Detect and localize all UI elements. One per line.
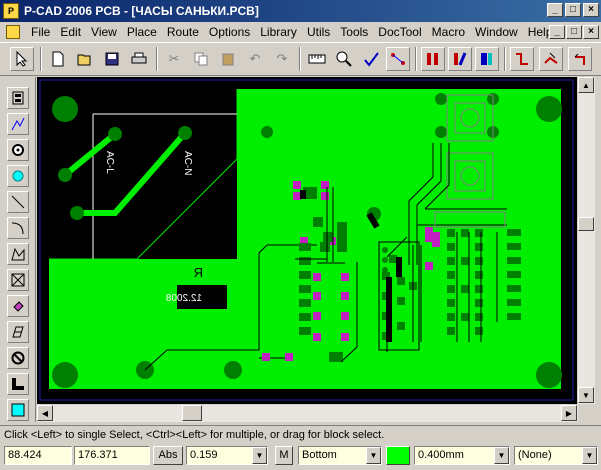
- grid-select[interactable]: 0.159 ▼: [186, 446, 268, 465]
- copper-pour-icon[interactable]: [7, 269, 29, 291]
- polygon-icon[interactable]: [7, 243, 29, 265]
- layer-mixed-icon[interactable]: [448, 47, 472, 71]
- mounting-hole: [536, 362, 562, 388]
- width-select[interactable]: 0.400mm ▼: [414, 446, 510, 465]
- vertical-scroll-thumb[interactable]: [578, 217, 594, 231]
- mounting-hole: [536, 96, 562, 122]
- arc-icon[interactable]: [7, 217, 29, 239]
- ruler-icon[interactable]: [305, 47, 329, 71]
- pcb-canvas[interactable]: AC-L AC-N R 12.2008: [37, 77, 577, 404]
- menu-tools[interactable]: Tools: [335, 25, 373, 39]
- cutout-icon[interactable]: [7, 321, 29, 343]
- vertical-scrollbar[interactable]: ▲ ▼: [578, 77, 595, 404]
- main-toolbar: ✂ ↶ ↷: [0, 42, 601, 76]
- menu-doctool[interactable]: DocTool: [373, 25, 426, 39]
- app-icon[interactable]: P: [3, 3, 19, 19]
- scroll-right-button[interactable]: ▶: [561, 405, 577, 421]
- placement-palette: [0, 77, 36, 422]
- horizontal-scroll-thumb[interactable]: [182, 405, 202, 421]
- redo-icon[interactable]: ↷: [270, 47, 294, 71]
- chevron-down-icon[interactable]: ▼: [582, 447, 597, 464]
- copy-icon[interactable]: [189, 47, 213, 71]
- close-button[interactable]: ×: [583, 3, 599, 17]
- pcb-board-drawing: AC-L AC-N R 12.2008: [39, 79, 574, 401]
- doc-close-button[interactable]: ×: [583, 25, 599, 39]
- open-folder-icon[interactable]: [73, 47, 97, 71]
- line-icon[interactable]: [7, 191, 29, 213]
- menu-options[interactable]: Options: [204, 25, 255, 39]
- scroll-up-button[interactable]: ▲: [578, 77, 594, 93]
- mounting-hole: [52, 362, 78, 388]
- doc-maximize-button[interactable]: □: [566, 25, 582, 39]
- point-icon[interactable]: [7, 165, 29, 187]
- layer-blue-icon[interactable]: [475, 47, 499, 71]
- menu-route[interactable]: Route: [162, 25, 204, 39]
- status-hint: Click <Left> to single Select, <Ctrl><Le…: [0, 425, 601, 443]
- x-coordinate[interactable]: 88.424: [4, 446, 72, 465]
- zoom-icon[interactable]: [332, 47, 356, 71]
- layer-red-icon[interactable]: [421, 47, 445, 71]
- net-select[interactable]: (None) ▼: [514, 446, 598, 465]
- scroll-down-button[interactable]: ▼: [578, 387, 594, 403]
- via-icon[interactable]: [7, 139, 29, 161]
- bottom-bar: 88.424 176.371 Abs 0.159 ▼ M Bottom ▼ 0.…: [0, 444, 601, 468]
- y-coordinate[interactable]: 176.371: [74, 446, 150, 465]
- menu-window[interactable]: Window: [470, 25, 523, 39]
- title-bar: P P-CAD 2006 PCB - [ЧАСЫ САНЬКИ.PCB] _ □…: [0, 0, 601, 22]
- width-value: 0.400mm: [418, 449, 464, 461]
- label-acn: AC-N: [182, 151, 193, 175]
- label-date: 12.2008: [165, 293, 202, 304]
- chevron-down-icon[interactable]: ▼: [252, 447, 267, 464]
- label-r: R: [194, 265, 203, 280]
- menu-utils[interactable]: Utils: [302, 25, 335, 39]
- line-route-icon[interactable]: [7, 113, 29, 135]
- save-icon[interactable]: [100, 47, 124, 71]
- layer-select[interactable]: Bottom ▼: [298, 446, 382, 465]
- doc-minimize-button[interactable]: _: [549, 25, 565, 39]
- layer-value: Bottom: [302, 449, 337, 461]
- menu-place[interactable]: Place: [122, 25, 162, 39]
- text-icon[interactable]: [7, 373, 29, 395]
- cut-icon[interactable]: ✂: [162, 47, 186, 71]
- select-arrow-icon[interactable]: [10, 47, 34, 71]
- menu-edit[interactable]: Edit: [55, 25, 86, 39]
- drc-icon[interactable]: [359, 47, 383, 71]
- document-icon[interactable]: [6, 25, 20, 39]
- label-acl: AC-L: [104, 151, 115, 174]
- chevron-down-icon[interactable]: ▼: [494, 447, 509, 464]
- menu-view[interactable]: View: [86, 25, 122, 39]
- chevron-down-icon[interactable]: ▼: [366, 447, 381, 464]
- trace-icon[interactable]: [510, 47, 534, 71]
- menu-macro[interactable]: Macro: [427, 25, 470, 39]
- grid-value: 0.159: [190, 449, 218, 461]
- undo-icon[interactable]: ↶: [243, 47, 267, 71]
- pour-fill-icon[interactable]: [7, 295, 29, 317]
- keepout-icon[interactable]: [7, 347, 29, 369]
- minimize-button[interactable]: _: [547, 3, 563, 17]
- menu-file[interactable]: File: [26, 25, 55, 39]
- m-button[interactable]: M: [275, 446, 293, 465]
- net-value: (None): [518, 449, 552, 461]
- undo-route-icon[interactable]: [568, 47, 592, 71]
- mounting-hole: [52, 96, 78, 122]
- window-title: P-CAD 2006 PCB - [ЧАСЫ САНЬКИ.PCB]: [24, 4, 259, 18]
- new-file-icon[interactable]: [46, 47, 70, 71]
- paste-icon[interactable]: [216, 47, 240, 71]
- layer-color-swatch[interactable]: [386, 446, 410, 465]
- print-icon[interactable]: [127, 47, 151, 71]
- attribute-icon[interactable]: [7, 399, 29, 421]
- menu-bar: File Edit View Place Route Options Libra…: [0, 22, 601, 42]
- horizontal-scrollbar[interactable]: ◀ ▶: [37, 405, 578, 422]
- scroll-left-button[interactable]: ◀: [37, 405, 53, 421]
- abs-button[interactable]: Abs: [153, 446, 183, 465]
- reroute-icon[interactable]: [539, 47, 563, 71]
- maximize-button[interactable]: □: [565, 3, 581, 17]
- route-icon[interactable]: [386, 47, 410, 71]
- menu-library[interactable]: Library: [255, 25, 302, 39]
- pad-icon[interactable]: [7, 87, 29, 109]
